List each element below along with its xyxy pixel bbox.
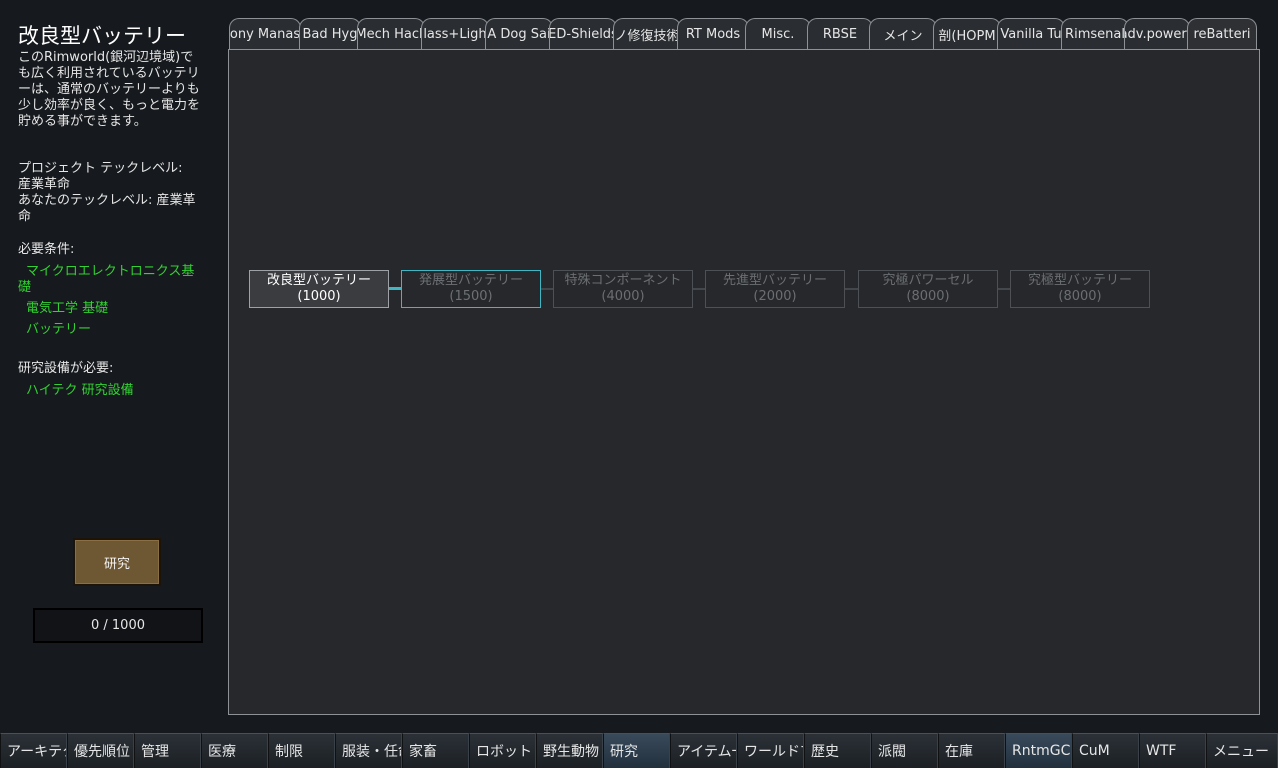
- research-tab[interactable]: ノ修復技術: [613, 18, 681, 49]
- project-description: このRimworld(銀河辺境域)でも広く利用されているバッテリーは、通常のバッ…: [18, 50, 201, 129]
- research-node-name: 究極パワーセル: [882, 273, 974, 288]
- research-tab[interactable]: A Dog Sai: [485, 18, 553, 49]
- tree-connector: [845, 288, 858, 290]
- tree-connector: [389, 287, 401, 290]
- main-tab-button[interactable]: 派閥: [871, 733, 938, 768]
- research-tab[interactable]: Bad Hyg: [299, 18, 361, 49]
- research-tab[interactable]: 剖(HOPM: [933, 18, 1001, 49]
- research-tab[interactable]: Vanilla Tu: [997, 18, 1065, 49]
- research-tab[interactable]: reBatteri: [1187, 18, 1257, 49]
- research-node-name: 先進型バッテリー: [722, 273, 827, 288]
- main-button-bar: アーキテクト優先順位管理医療制限服装・任命家畜ロボット野生動物研究アイテム一覧ワ…: [0, 733, 1278, 768]
- research-node-cost: (1500): [449, 289, 493, 304]
- research-node-name: 発展型バッテリー: [418, 273, 523, 288]
- main-tab-button[interactable]: ワールドマップ: [737, 733, 804, 768]
- research-node[interactable]: 究極パワーセル (8000): [858, 270, 998, 308]
- research-node-cost: (8000): [1058, 289, 1102, 304]
- main-tab-button[interactable]: 医療: [201, 733, 268, 768]
- research-node-name: 究極型バッテリー: [1027, 273, 1132, 288]
- research-tab[interactable]: ony Manas: [229, 18, 301, 49]
- research-tab[interactable]: adv.powero: [1124, 18, 1190, 49]
- prerequisite-item[interactable]: マイクロエレクトロニクス基礎: [18, 264, 204, 296]
- main-tab-button[interactable]: 管理: [134, 733, 201, 768]
- main-tab-button[interactable]: 優先順位: [67, 733, 134, 768]
- progress-text: 0 / 1000: [91, 618, 145, 633]
- main-tab-button[interactable]: 在庫: [938, 733, 1005, 768]
- prerequisites-label: 必要条件:: [18, 242, 75, 257]
- research-node[interactable]: 先進型バッテリー (2000): [705, 270, 845, 308]
- prerequisite-item[interactable]: バッテリー: [18, 322, 204, 338]
- research-tab[interactable]: Rimsenal: [1061, 18, 1129, 49]
- main-tab-button[interactable]: メニュー: [1206, 733, 1278, 768]
- main-tab-button[interactable]: アイテム一覧: [670, 733, 737, 768]
- bench-requirement[interactable]: ハイテク 研究設備: [18, 383, 204, 399]
- project-tech-level-value: 産業革命: [18, 177, 71, 192]
- research-info-panel: 改良型バッテリー このRimworld(銀河辺境域)でも広く利用されているバッテ…: [0, 0, 222, 732]
- research-progress-bar: 0 / 1000: [33, 608, 203, 643]
- main-tab-button[interactable]: 家畜: [402, 733, 469, 768]
- tree-connector: [998, 288, 1010, 290]
- research-tab[interactable]: ED-Shields: [549, 18, 617, 49]
- research-button[interactable]: 研究: [73, 538, 161, 586]
- your-tech-level-label: あなたのテックレベル:: [18, 193, 153, 208]
- main-tab-button[interactable]: 研究: [603, 733, 670, 768]
- main-tab-button[interactable]: 服装・任命: [335, 733, 402, 768]
- main-tab-button[interactable]: CuM: [1072, 733, 1139, 768]
- research-tab[interactable]: lass+Ligh: [421, 18, 489, 49]
- research-tree-panel: 改良型バッテリー (1000) 発展型バッテリー (1500) 特殊コンポーネント (40…: [228, 49, 1260, 715]
- prerequisites-section: 必要条件: マイクロエレクトロニクス基礎 電気工学 基礎 バッテリー: [18, 242, 204, 338]
- bench-label: 研究設備が必要:: [18, 361, 114, 376]
- tech-level-info: プロジェクト テックレベル: 産業革命 あなたのテックレベル: 産業革命: [18, 161, 204, 225]
- tree-connector: [693, 288, 705, 290]
- main-tab-button[interactable]: 歴史: [804, 733, 871, 768]
- main-tab-button[interactable]: 制限: [268, 733, 335, 768]
- research-node-cost: (1000): [297, 289, 341, 304]
- research-node-cost: (2000): [753, 289, 797, 304]
- main-tab-button[interactable]: ロボット: [469, 733, 536, 768]
- research-node-cost: (8000): [906, 289, 950, 304]
- research-tab[interactable]: Mech Hack: [357, 18, 425, 49]
- research-node-name: 特殊コンポーネント: [564, 273, 682, 288]
- research-node-name: 改良型バッテリー: [266, 273, 371, 288]
- main-tab-button[interactable]: RntmGC: [1005, 733, 1072, 768]
- research-tab-strip: ony Manas Bad Hyg Mech Hack lass+Ligh A Dog …: [229, 18, 1259, 50]
- bench-section: 研究設備が必要: ハイテク 研究設備: [18, 361, 204, 399]
- research-node[interactable]: 改良型バッテリー (1000): [249, 270, 389, 308]
- main-tab-button[interactable]: 野生動物: [536, 733, 603, 768]
- research-node-cost: (4000): [601, 289, 645, 304]
- research-node[interactable]: 発展型バッテリー (1500): [401, 270, 541, 308]
- tree-connector: [541, 288, 553, 290]
- prerequisite-item[interactable]: 電気工学 基礎: [18, 301, 204, 317]
- research-tab[interactable]: RT Mods: [677, 18, 749, 49]
- project-title: 改良型バッテリー: [18, 24, 186, 48]
- main-tab-button[interactable]: WTF: [1139, 733, 1206, 768]
- research-node[interactable]: 特殊コンポーネント (4000): [553, 270, 693, 308]
- research-tab[interactable]: Misc.: [745, 18, 811, 49]
- research-node[interactable]: 究極型バッテリー (8000): [1010, 270, 1150, 308]
- project-tech-level-label: プロジェクト テックレベル:: [18, 161, 183, 176]
- research-tab[interactable]: メイン: [869, 18, 937, 49]
- main-tab-button[interactable]: アーキテクト: [0, 733, 67, 768]
- research-tab[interactable]: RBSE: [807, 18, 873, 49]
